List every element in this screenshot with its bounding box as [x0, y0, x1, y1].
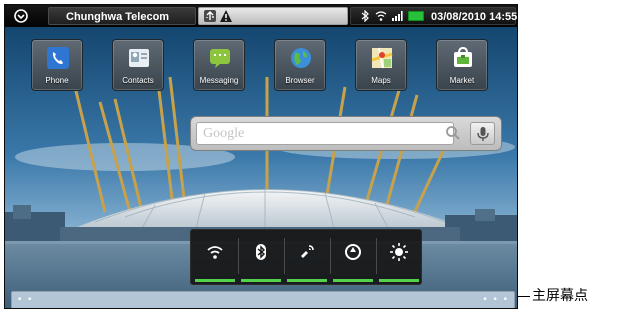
gps-toggle[interactable]	[285, 234, 329, 282]
bluetooth-toggle[interactable]	[239, 234, 283, 282]
sync-icon	[345, 244, 361, 260]
app-phone[interactable]: Phone	[31, 39, 83, 91]
menu-circle-icon[interactable]	[13, 8, 29, 24]
home-screen-indicator[interactable]: • • • • •	[11, 291, 515, 308]
toggle-indicator	[241, 279, 281, 282]
app-messaging[interactable]: Messaging	[193, 39, 245, 91]
sync-toggle[interactable]	[331, 234, 375, 282]
home-dots-left[interactable]: • •	[17, 295, 33, 305]
market-icon	[454, 46, 472, 67]
status-icons: 03/08/2010 14:55	[350, 7, 518, 25]
app-label: Browser	[285, 76, 315, 85]
brightness-icon	[390, 243, 408, 261]
device-screen: Chunghwa Telecom 03/08/2010 14:55 Phone …	[4, 4, 518, 309]
power-control-widget	[190, 229, 422, 285]
bluetooth-icon	[256, 244, 266, 260]
brightness-toggle[interactable]	[377, 234, 421, 282]
callout-line	[518, 296, 530, 297]
app-label: Market	[449, 76, 475, 85]
toggle-indicator	[195, 279, 235, 282]
app-label: Maps	[371, 76, 391, 85]
notification-area[interactable]	[198, 7, 348, 25]
wifi-icon	[207, 246, 223, 259]
status-datetime: 03/08/2010 14:55	[431, 11, 518, 23]
phone-icon	[47, 47, 69, 69]
browser-icon	[291, 48, 311, 68]
app-browser[interactable]: Browser	[274, 39, 326, 91]
app-market[interactable]: Market	[436, 39, 488, 91]
app-maps[interactable]: Maps	[355, 39, 407, 91]
usb-icon	[204, 10, 216, 22]
carrier-name: Chunghwa Telecom	[66, 11, 170, 23]
contacts-icon	[129, 49, 149, 67]
wifi-toggle[interactable]	[193, 234, 237, 282]
home-dots-right[interactable]: • • •	[482, 295, 509, 305]
bluetooth-icon	[361, 10, 369, 22]
gps-icon	[301, 245, 314, 258]
signal-icon	[392, 11, 403, 21]
status-bar[interactable]: Chunghwa Telecom 03/08/2010 14:55	[5, 5, 517, 27]
search-icon[interactable]	[445, 125, 461, 141]
warning-icon	[220, 10, 232, 22]
page: Chunghwa Telecom 03/08/2010 14:55 Phone …	[0, 0, 618, 313]
toggle-indicator	[379, 279, 419, 282]
toggle-indicator	[333, 279, 373, 282]
search-placeholder: Google	[203, 126, 245, 141]
google-search-widget[interactable]: Google	[190, 116, 502, 151]
app-label: Messaging	[199, 76, 239, 85]
callout-label: 主屏幕点	[532, 288, 588, 304]
app-label: Phone	[45, 76, 69, 85]
app-label: Contacts	[122, 76, 154, 85]
carrier-box: Chunghwa Telecom	[48, 7, 196, 25]
toggle-indicator	[287, 279, 327, 282]
voice-search-button[interactable]	[470, 122, 495, 145]
maps-icon	[371, 47, 393, 69]
search-input[interactable]: Google	[196, 122, 454, 145]
messaging-icon	[210, 49, 230, 68]
microphone-icon	[477, 127, 489, 141]
battery-icon	[408, 11, 424, 21]
wifi-icon	[375, 11, 387, 21]
app-contacts[interactable]: Contacts	[112, 39, 164, 91]
